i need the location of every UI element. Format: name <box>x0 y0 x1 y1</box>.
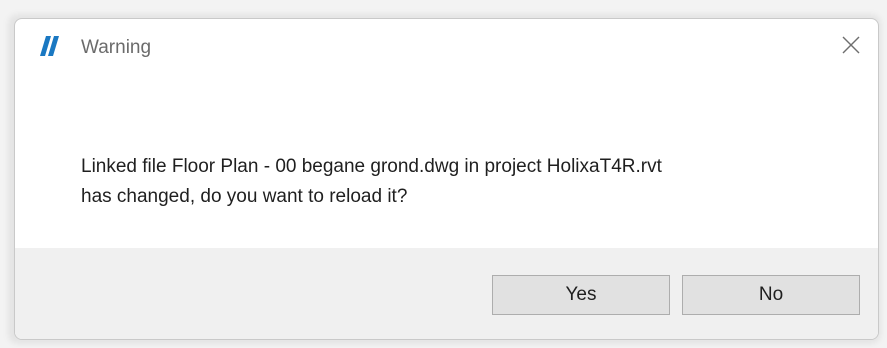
dialog-title: Warning <box>81 37 152 58</box>
warning-dialog: Warning Linked file Floor Plan - 00 bega… <box>14 18 879 340</box>
close-icon <box>842 36 860 59</box>
app-logo-icon <box>39 35 61 57</box>
yes-button[interactable]: Yes <box>492 275 670 315</box>
close-button[interactable] <box>834 31 868 63</box>
title-bar: Warning <box>15 19 878 79</box>
message-line: has changed, do you want to reload it? <box>81 186 408 207</box>
dialog-message: Linked file Floor Plan - 00 begane grond… <box>81 152 841 212</box>
message-line: Linked file Floor Plan - 00 begane grond… <box>81 156 662 177</box>
no-button[interactable]: No <box>682 275 860 315</box>
button-bar: Yes No <box>15 248 878 339</box>
